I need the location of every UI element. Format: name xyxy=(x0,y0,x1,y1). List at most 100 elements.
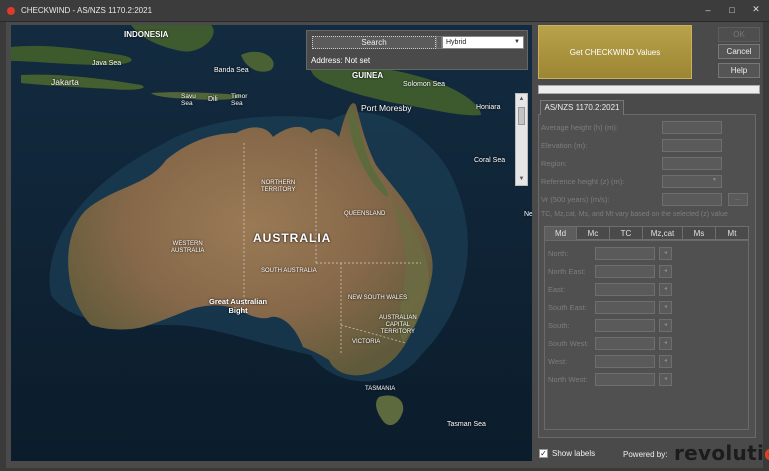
map-type-value: Hybrid xyxy=(446,39,467,46)
map-view[interactable]: INDONESIA Java Sea Jakarta Banda Sea Sav… xyxy=(11,25,532,461)
vr-browse-button[interactable]: ... xyxy=(728,193,748,206)
north-west-edit-icon[interactable]: ◂ xyxy=(659,373,672,386)
tab-mc[interactable]: Mc xyxy=(577,226,610,240)
north-east-edit-icon[interactable]: ◂ xyxy=(659,265,672,278)
search-button[interactable]: Search xyxy=(312,36,436,49)
map-label-coral-sea: Coral Sea xyxy=(474,157,506,164)
map-label-northern-territory: NORTHERN TERRITORY xyxy=(261,180,296,193)
south-input[interactable] xyxy=(595,319,655,332)
direction-row-south: South: ◂ xyxy=(548,319,748,332)
vr-input[interactable] xyxy=(662,193,722,206)
map-label-jakarta: Jakarta xyxy=(51,77,79,87)
west-edit-icon[interactable]: ◂ xyxy=(659,355,672,368)
multiplier-note: TC, Mz,cat, Ms, and Mt vary based on the… xyxy=(541,211,728,218)
scrollbar-thumb[interactable] xyxy=(518,107,525,125)
map-label-guinea: GUINEA xyxy=(352,71,384,80)
get-checkwind-values-button[interactable]: Get CHECKWIND Values xyxy=(538,25,692,79)
south-edit-icon[interactable]: ◂ xyxy=(659,319,672,332)
map-label-queensland: QUEENSLAND xyxy=(344,211,386,217)
cancel-button[interactable]: Cancel xyxy=(718,44,760,59)
north-east-input[interactable] xyxy=(595,265,655,278)
map-label-timor-sea: Timor Sea xyxy=(231,93,248,107)
tab-tc[interactable]: TC xyxy=(610,226,643,240)
show-labels-checkbox[interactable]: ✓ xyxy=(539,449,548,458)
help-button[interactable]: Help xyxy=(718,63,760,78)
north-west-input[interactable] xyxy=(595,373,655,386)
map-label-australia: AUSTRALIA xyxy=(253,231,332,245)
map-label-victoria: VICTORIA xyxy=(352,339,381,345)
south-west-input[interactable] xyxy=(595,337,655,350)
map-label-act: AUSTRALIAN CAPITAL TERRITORY xyxy=(379,315,417,335)
tab-mzcat[interactable]: Mz,cat xyxy=(643,226,683,240)
tab-ms[interactable]: Ms xyxy=(683,226,716,240)
direction-row-east: East: ◂ xyxy=(548,283,748,296)
multiplier-tabs: Md Mc TC Mz,cat Ms Mt xyxy=(544,226,749,241)
field-label: Vr (500 years) (m/s): xyxy=(541,195,610,204)
map-label-tasmania: TASMANIA xyxy=(365,386,396,392)
map-label-great-australian-bight: Great Australian Bight xyxy=(209,297,268,315)
map-label-solomon-sea: Solomon Sea xyxy=(403,81,446,88)
tab-md[interactable]: Md xyxy=(544,226,577,241)
map-label-new-south-wales: NEW SOUTH WALES xyxy=(348,295,408,301)
south-west-edit-icon[interactable]: ◂ xyxy=(659,337,672,350)
field-elevation: Elevation (m): xyxy=(541,139,753,153)
field-vr: Vr (500 years) (m/s): ... xyxy=(541,193,753,207)
region-input[interactable] xyxy=(662,157,722,170)
scroll-down-icon[interactable]: ▼ xyxy=(516,174,527,185)
south-east-input[interactable] xyxy=(595,301,655,314)
direction-row-north: North: ◂ xyxy=(548,247,748,260)
field-region: Region: xyxy=(541,157,753,171)
map-type-select[interactable]: Hybrid ▼ xyxy=(442,36,524,49)
direction-label: North: xyxy=(548,249,569,258)
minimize-button[interactable]: – xyxy=(703,5,713,15)
direction-row-north-east: North East: ◂ xyxy=(548,265,748,278)
map-scrollbar[interactable]: ▲ ▼ xyxy=(515,93,528,186)
show-labels-toggle[interactable]: ✓ Show labels xyxy=(539,449,595,458)
maximize-button[interactable]: □ xyxy=(727,5,737,15)
field-label: Average height (h) (m): xyxy=(541,123,618,132)
direction-label: North East: xyxy=(548,267,586,276)
logo-text: revolutio xyxy=(674,441,769,465)
tab-mt[interactable]: Mt xyxy=(716,226,749,240)
field-reference-height: Reference height (z) (m): ▼ xyxy=(541,175,753,189)
scroll-up-icon[interactable]: ▲ xyxy=(516,94,527,105)
logo-accent-letter: o xyxy=(764,441,769,465)
average-height-input[interactable] xyxy=(662,121,722,134)
map-label-savu-sea: Savu Sea xyxy=(181,93,196,107)
field-label: Elevation (m): xyxy=(541,141,588,150)
direction-label: North West: xyxy=(548,375,588,384)
reference-height-select[interactable]: ▼ xyxy=(662,175,722,188)
field-label: Region: xyxy=(541,159,567,168)
south-east-edit-icon[interactable]: ◂ xyxy=(659,301,672,314)
map-label-honiara: Honiara xyxy=(476,104,501,111)
direction-row-south-west: South West: ◂ xyxy=(548,337,748,350)
map-label-ne: Ne xyxy=(524,211,532,218)
elevation-input[interactable] xyxy=(662,139,722,152)
west-input[interactable] xyxy=(595,355,655,368)
map-label-tasman-sea: Tasman Sea xyxy=(447,421,486,428)
field-label: Reference height (z) (m): xyxy=(541,177,625,186)
map-label-banda-sea: Banda Sea xyxy=(214,67,249,74)
tab-asnzs[interactable]: AS/NZS 1170.2:2021 xyxy=(540,100,624,115)
window-title: CHECKWIND - AS/NZS 1170.2:2021 xyxy=(21,6,153,15)
east-edit-icon[interactable]: ◂ xyxy=(659,283,672,296)
ok-button[interactable]: OK xyxy=(718,27,760,42)
direction-label: South East: xyxy=(548,303,587,312)
app-icon xyxy=(7,6,15,15)
progress-bar xyxy=(538,85,760,94)
address-text: Address: Not set xyxy=(311,56,371,65)
close-button[interactable]: ✕ xyxy=(751,4,761,15)
revolutio-logo: revolutio xyxy=(674,441,769,465)
powered-by-label: Powered by: xyxy=(623,450,668,459)
east-input[interactable] xyxy=(595,283,655,296)
map-label-indonesia: INDONESIA xyxy=(124,30,169,39)
field-average-height: Average height (h) (m): xyxy=(541,121,753,135)
direction-label: South: xyxy=(548,321,570,330)
direction-label: West: xyxy=(548,357,568,366)
north-input[interactable] xyxy=(595,247,655,260)
chevron-down-icon: ▼ xyxy=(712,177,717,183)
north-edit-icon[interactable]: ◂ xyxy=(659,247,672,260)
map-label-dili: Dili xyxy=(208,96,218,103)
show-labels-label: Show labels xyxy=(552,449,596,458)
direction-row-north-west: North West: ◂ xyxy=(548,373,748,386)
